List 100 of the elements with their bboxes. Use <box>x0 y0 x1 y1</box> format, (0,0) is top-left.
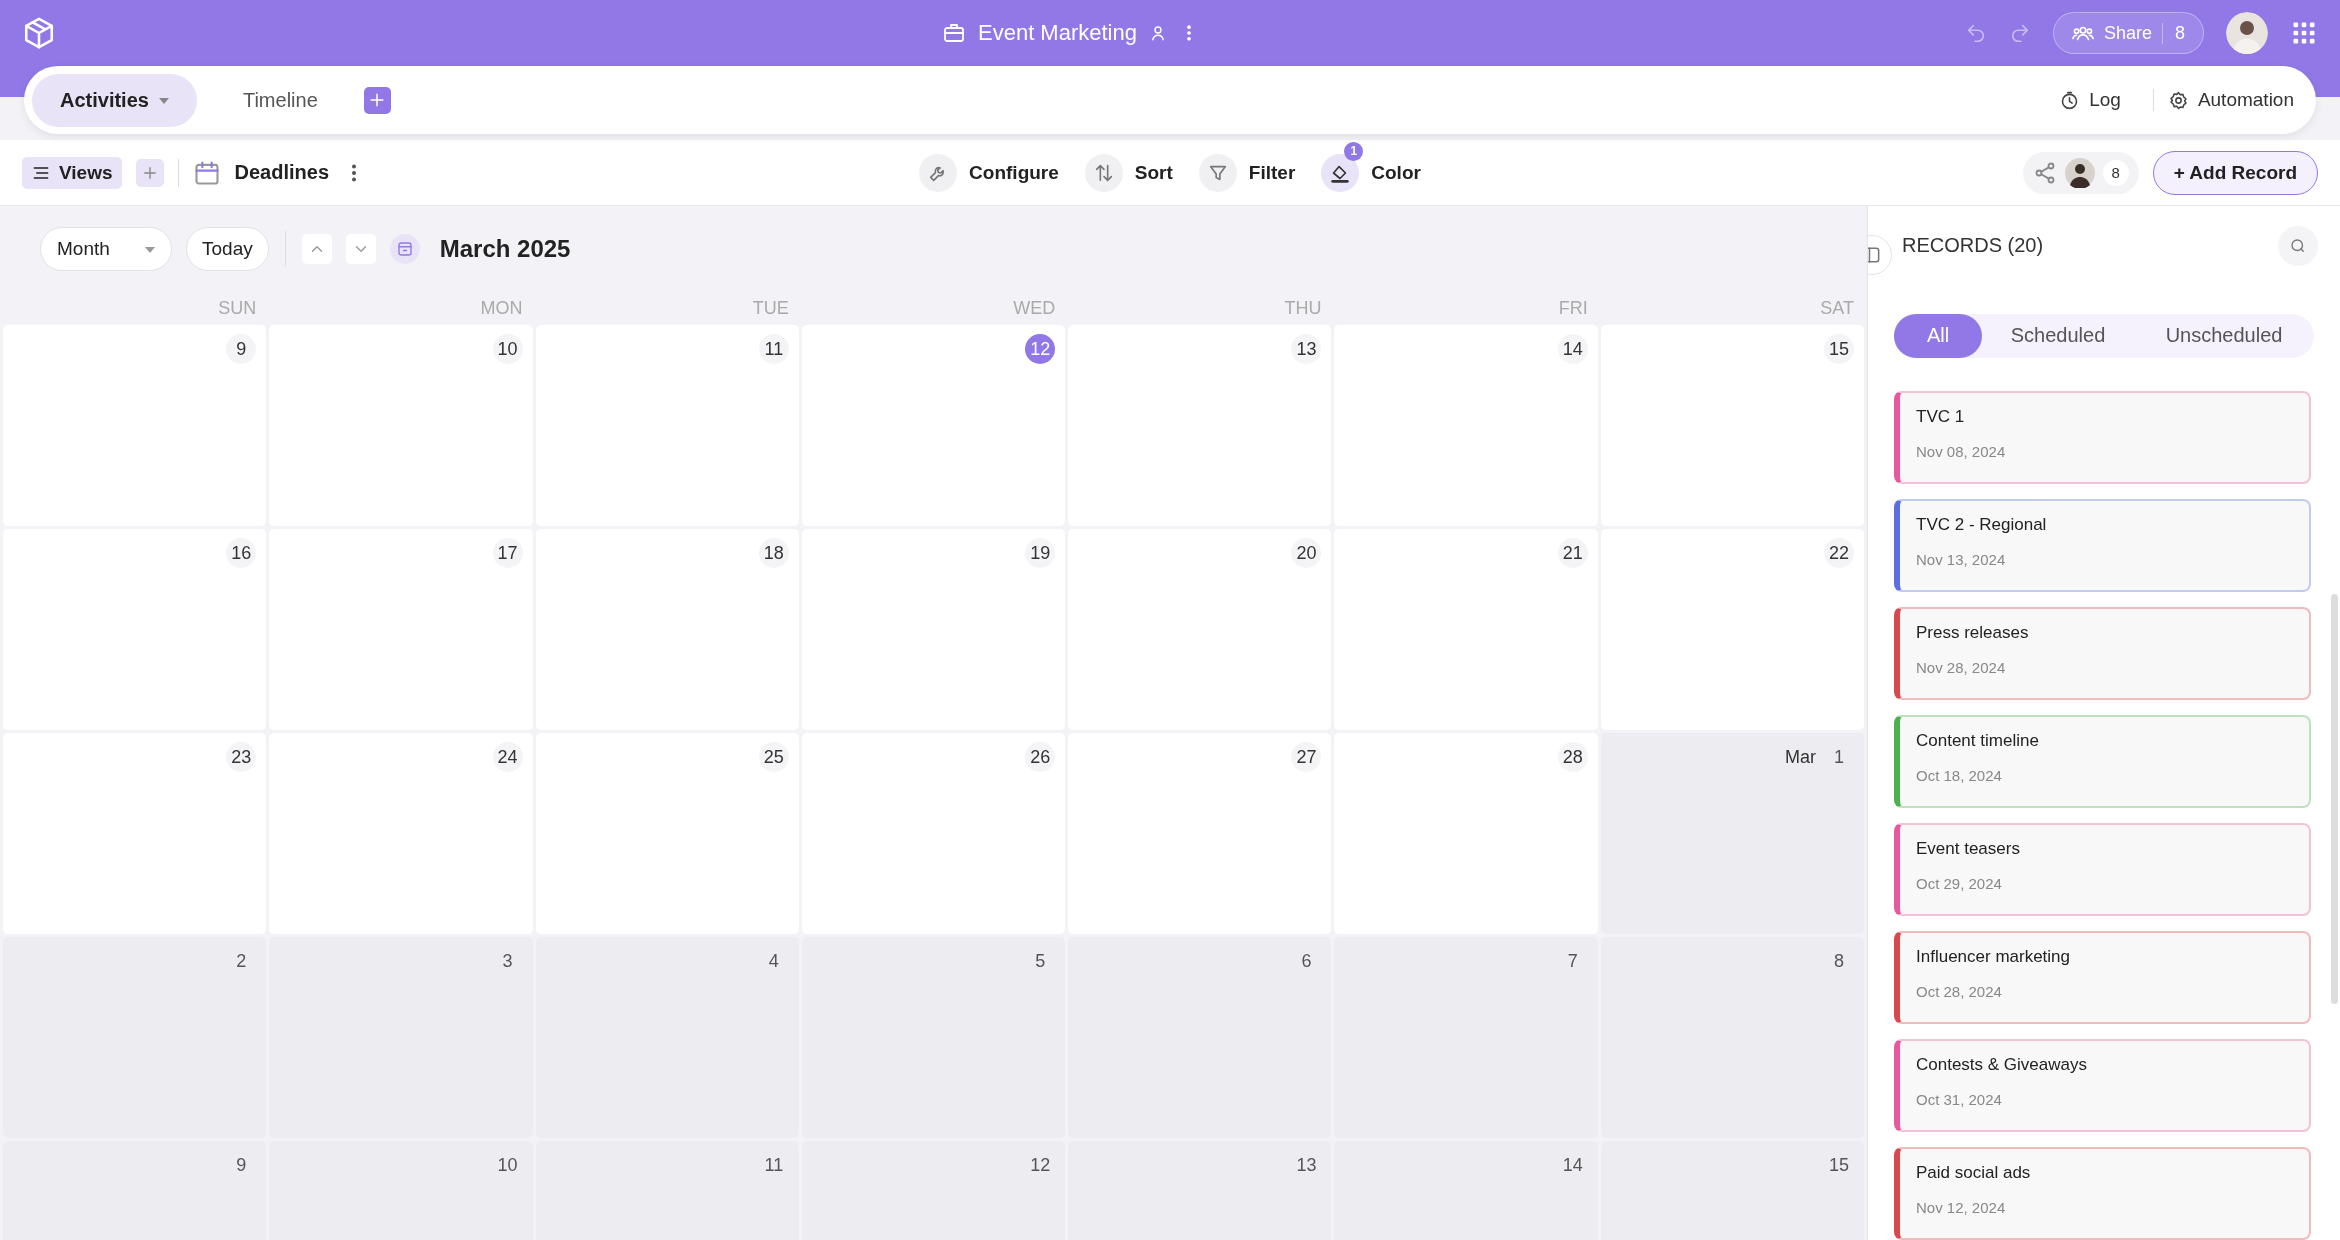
day-number: 7 <box>1566 949 1579 973</box>
add-record-button[interactable]: + Add Record <box>2152 150 2318 195</box>
day-number: 18 <box>758 538 789 568</box>
briefcase-icon <box>942 21 966 45</box>
day-cell[interactable]: 16 <box>3 529 267 730</box>
panel-title: RECORDS (20) <box>1902 234 2045 258</box>
record-card[interactable]: Influencer marketing Oct 28, 2024 <box>1894 931 2311 1024</box>
record-title: Influencer marketing <box>1916 947 2072 967</box>
day-number: 22 <box>1824 538 1854 568</box>
day-cell[interactable]: 27 <box>1068 733 1332 934</box>
record-card[interactable]: TVC 1 Nov 08, 2024 <box>1894 391 2311 484</box>
day-cell[interactable]: 28 <box>1334 733 1598 934</box>
add-tab-button[interactable] <box>363 86 391 114</box>
collaborator-avatar[interactable] <box>2064 157 2095 188</box>
day-cell[interactable]: 25 <box>535 733 799 934</box>
filter-tab[interactable]: Unscheduled <box>2134 313 2314 358</box>
day-cell[interactable]: 23 <box>3 733 267 934</box>
sidebar-icon <box>1868 245 1882 265</box>
search-button[interactable] <box>2278 225 2318 266</box>
day-number: 13 <box>1295 1153 1318 1177</box>
day-cell[interactable]: 15 <box>1600 1141 1864 1240</box>
record-card[interactable]: Contests & Giveaways Oct 31, 2024 <box>1894 1039 2311 1132</box>
day-number: 16 <box>226 538 257 568</box>
day-cell[interactable]: 10 <box>269 1141 533 1240</box>
gear-icon <box>2167 89 2189 111</box>
today-button[interactable]: Today <box>186 227 269 271</box>
day-cell[interactable]: 19 <box>801 529 1066 730</box>
record-card[interactable]: Content timeline Oct 18, 2024 <box>1894 715 2311 808</box>
day-number: 24 <box>492 742 523 772</box>
day-cell[interactable]: 14 <box>1334 325 1598 526</box>
day-number: 1 <box>1832 745 1845 769</box>
add-view-button[interactable] <box>135 158 164 187</box>
day-cell[interactable]: 14 <box>1334 1141 1598 1240</box>
weekday-label: SAT <box>1819 298 1855 319</box>
chevron-up-button[interactable] <box>301 234 332 264</box>
record-date: Oct 31, 2024 <box>1916 1091 2003 1108</box>
day-cell[interactable]: 22 <box>1600 529 1864 730</box>
day-cell[interactable]: 17 <box>269 529 533 730</box>
day-cell[interactable]: 3 <box>269 937 533 1138</box>
day-cell[interactable]: 13 <box>1068 325 1332 526</box>
scrollbar[interactable] <box>2331 594 2338 1004</box>
calendar-icon <box>395 240 414 258</box>
automation-button[interactable]: Automation <box>2152 89 2308 111</box>
day-cell[interactable]: 5 <box>801 937 1066 1138</box>
record-card[interactable]: TVC 2 - Regional Nov 13, 2024 <box>1894 499 2311 592</box>
record-card[interactable]: Paid social ads Nov 12, 2024 <box>1894 1147 2311 1240</box>
filter-tab[interactable]: Scheduled <box>1982 313 2134 358</box>
day-number: 13 <box>1291 334 1322 364</box>
sort-button[interactable]: Sort <box>1084 140 1173 205</box>
day-cell[interactable]: 2 <box>3 937 267 1138</box>
weekday-label: WED <box>1012 298 1057 319</box>
view-mode-dropdown[interactable]: Month <box>40 227 172 271</box>
day-number: 25 <box>758 742 789 772</box>
day-cell[interactable]: 8 <box>1600 937 1864 1138</box>
day-cell[interactable]: 9 <box>3 1141 267 1240</box>
day-cell[interactable]: 15 <box>1600 325 1864 526</box>
day-number: 14 <box>1557 334 1588 364</box>
day-number: 19 <box>1025 538 1056 568</box>
filter-button[interactable]: Filter <box>1198 140 1296 205</box>
user-avatar[interactable] <box>2226 12 2268 54</box>
record-title: Paid social ads <box>1916 1163 2032 1183</box>
day-cell[interactable]: 11 <box>535 325 799 526</box>
configure-button[interactable]: Configure <box>919 140 1059 205</box>
day-cell[interactable]: 12 <box>801 1141 1066 1240</box>
day-number: 4 <box>767 949 780 973</box>
day-cell[interactable]: 10 <box>269 325 533 526</box>
day-cell[interactable]: 11 <box>535 1141 799 1240</box>
day-cell[interactable]: 6 <box>1068 937 1332 1138</box>
day-number: 20 <box>1291 538 1322 568</box>
view-name: Deadlines <box>234 161 329 184</box>
day-number: 9 <box>235 1153 248 1177</box>
day-number: 14 <box>1561 1153 1584 1177</box>
day-cell[interactable]: 9 <box>3 325 267 526</box>
views-button[interactable]: Views <box>22 156 122 189</box>
day-number: 9 <box>226 334 257 364</box>
day-cell[interactable]: 20 <box>1068 529 1332 730</box>
day-cell[interactable]: 4 <box>535 937 799 1138</box>
day-number: 15 <box>1827 1153 1850 1177</box>
day-cell[interactable]: 13 <box>1068 1141 1332 1240</box>
chevron-down-button[interactable] <box>345 234 376 264</box>
day-cell[interactable]: 21 <box>1334 529 1598 730</box>
view-tab[interactable]: Timeline <box>214 73 346 127</box>
record-title: TVC 2 - Regional <box>1916 515 2048 535</box>
count-badge: 1 <box>1344 141 1364 161</box>
view-tab[interactable]: Activities <box>32 73 197 127</box>
day-number: 5 <box>1034 949 1047 973</box>
log-button[interactable]: Log <box>2045 89 2135 111</box>
day-cell[interactable]: 24 <box>269 733 533 934</box>
record-card[interactable]: Press releases Nov 28, 2024 <box>1894 607 2311 700</box>
day-number: 6 <box>1300 949 1313 973</box>
day-number: 2 <box>235 949 248 973</box>
day-cell[interactable]: 7 <box>1334 937 1598 1138</box>
day-cell[interactable]: 18 <box>535 529 799 730</box>
day-number: 8 <box>1832 949 1845 973</box>
day-cell[interactable]: Mar 1 <box>1600 733 1864 934</box>
day-number: 15 <box>1824 334 1854 364</box>
day-cell[interactable]: 26 <box>801 733 1066 934</box>
weekday-label: FRI <box>1557 298 1589 319</box>
color-button[interactable]: 1 Color <box>1321 140 1421 205</box>
record-card[interactable]: Event teasers Oct 29, 2024 <box>1894 823 2311 916</box>
